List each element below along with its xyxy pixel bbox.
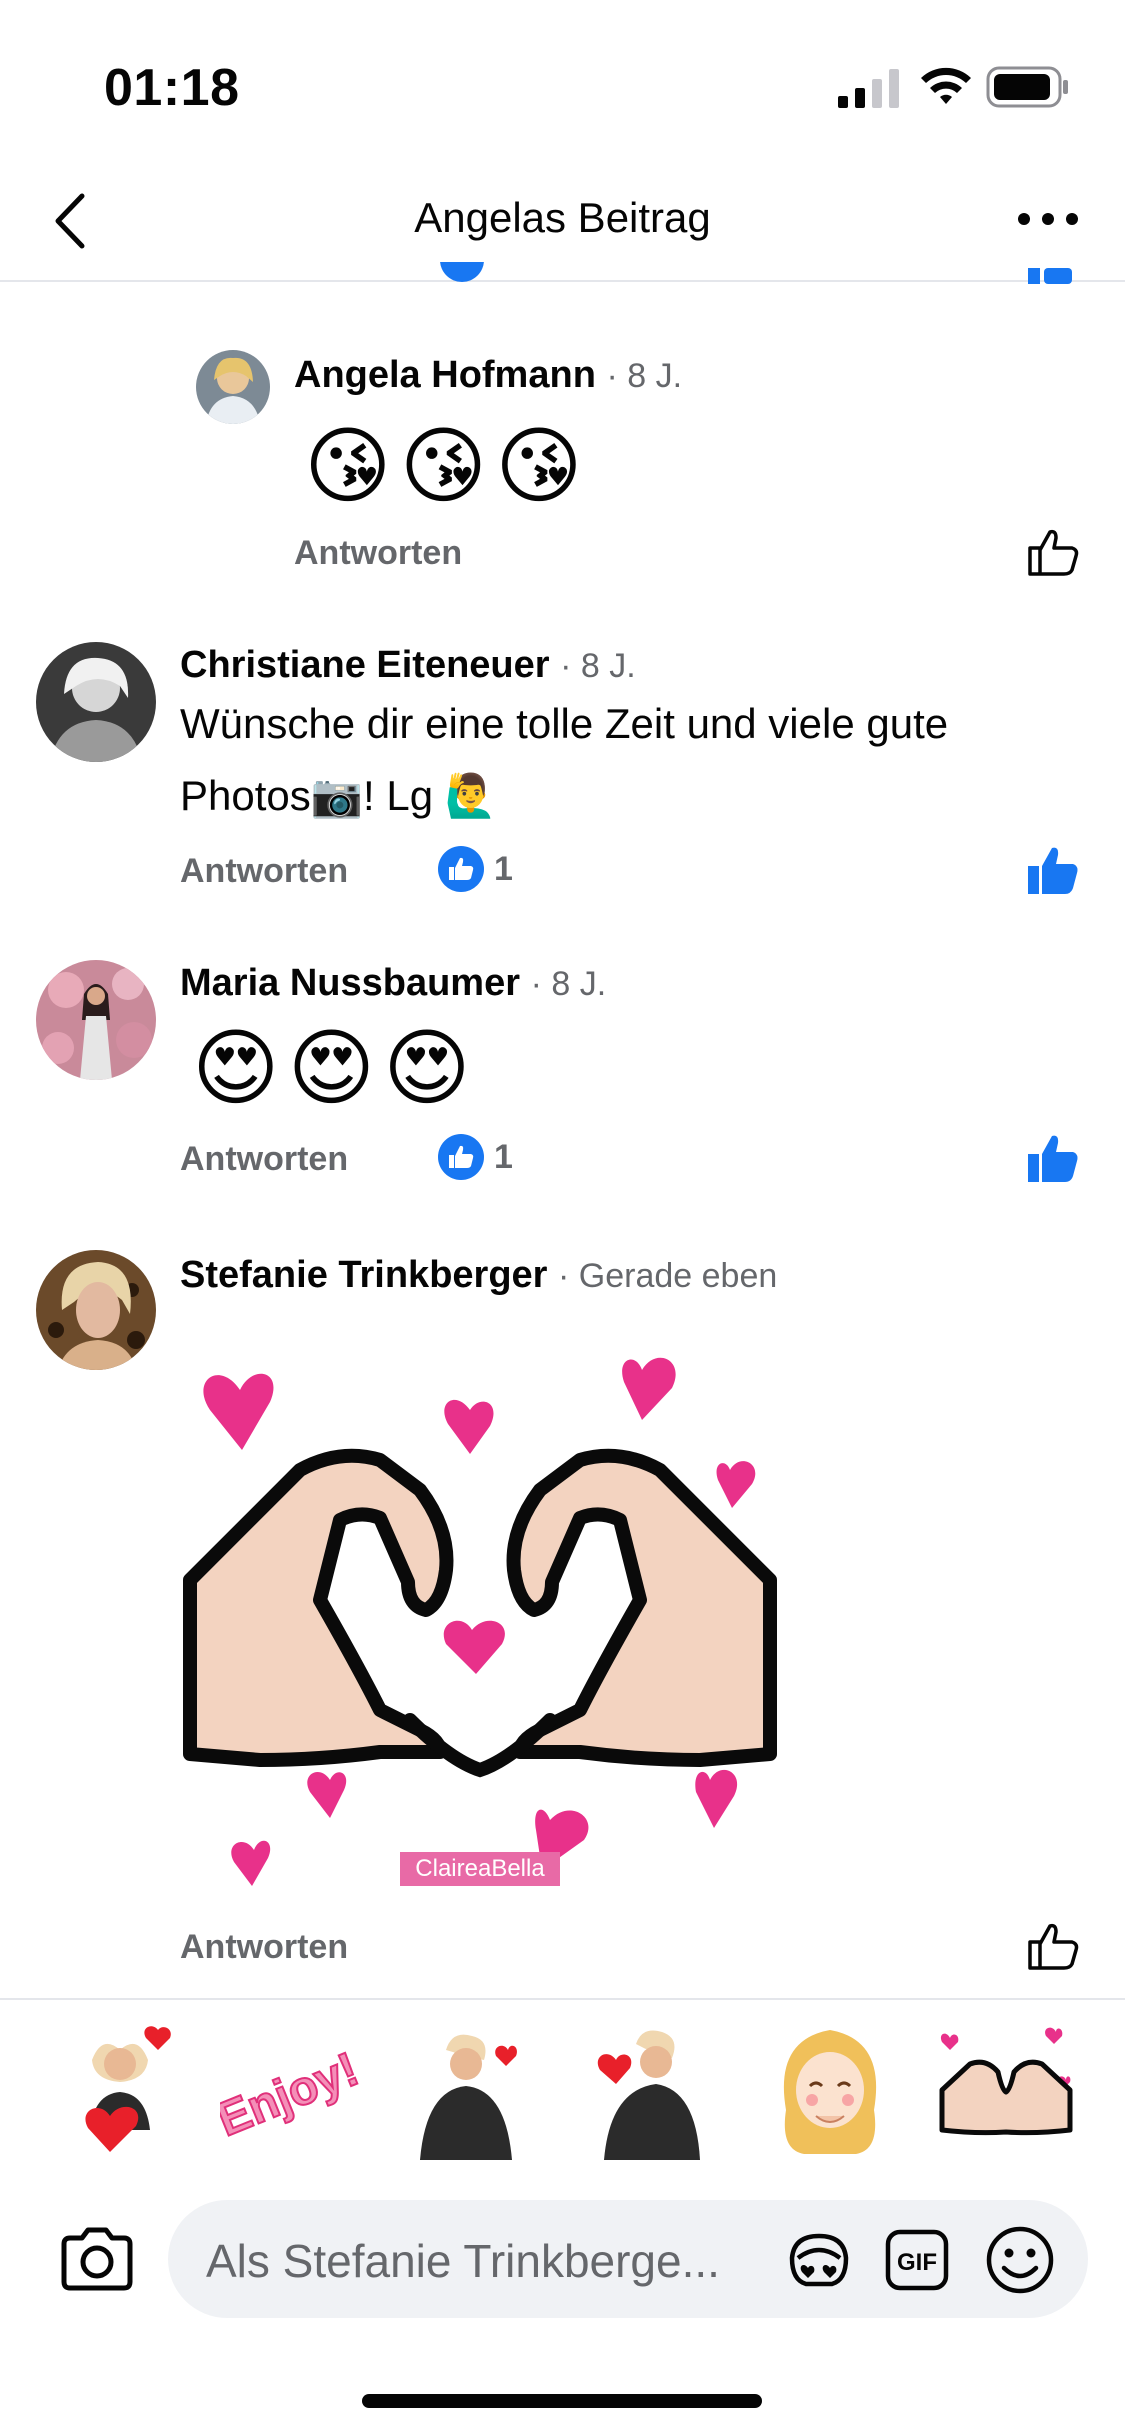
sticker-blonde-girl[interactable] — [760, 2020, 900, 2160]
like-outline-icon[interactable] — [1026, 1920, 1080, 1972]
comment-angela-hofmann: Angela Hofmann · 8 J. 😘 😘 😘 Antworten — [0, 350, 1125, 590]
like-outline-icon[interactable] — [1026, 526, 1080, 578]
reaction-summary[interactable]: 1 — [438, 846, 513, 892]
page-title: Angelas Beitrag — [414, 194, 711, 241]
comment-header: Stefanie Trinkberger · Gerade eben — [180, 1254, 777, 1297]
sticker-avatar-heart-wave[interactable] — [396, 2020, 536, 2160]
battery-icon — [986, 66, 1068, 108]
sticker-enjoy[interactable]: Enjoy! — [220, 2020, 360, 2160]
comment-emoji-row: 😘 😘 😘 — [304, 416, 583, 516]
comment-composer: Als Stefanie Trinkberge... GIF — [0, 2188, 1125, 2328]
status-bar: 01:18 — [0, 0, 1125, 170]
sticker-watermark: ClaireaBella — [415, 1855, 545, 1882]
comment-text-line: Wünsche dir eine tolle Zeit und viele gu… — [180, 700, 949, 747]
avatar[interactable] — [196, 350, 270, 424]
comment-text-line: Photos📷! Lg 🙋‍♂️ — [180, 772, 498, 819]
sticker-avatar-hearts[interactable] — [50, 2020, 190, 2160]
reaction-count: 1 — [494, 1137, 513, 1176]
gif-icon[interactable]: GIF — [884, 2228, 950, 2292]
comment-header: Maria Nussbaumer · 8 J. — [180, 962, 606, 1005]
like-filled-icon[interactable] — [1026, 844, 1080, 896]
comment-author[interactable]: Angela Hofmann — [294, 354, 596, 396]
home-indicator[interactable] — [362, 2394, 762, 2408]
comment-text: Wünsche dir eine tolle Zeit und viele gu… — [180, 688, 948, 832]
status-time: 01:18 — [104, 59, 240, 117]
like-reaction-icon — [438, 1134, 484, 1180]
wifi-icon — [921, 67, 971, 104]
heart-hands-sticker[interactable]: ClaireaBella — [180, 1340, 780, 1910]
reply-button[interactable]: Antworten — [294, 534, 462, 573]
kissing-emoji: 😘 — [399, 419, 488, 513]
svg-text:Enjoy!: Enjoy! — [220, 2043, 360, 2147]
nav-bar: Angelas Beitrag — [0, 170, 1125, 282]
comment-timestamp: · 8 J. — [530, 965, 607, 1003]
heart-eyes-emoji: 😍 — [383, 1021, 471, 1115]
comment-header: Christiane Eiteneuer · 8 J. — [180, 644, 636, 687]
emoji-icon[interactable] — [984, 2224, 1056, 2296]
comment-author[interactable]: Stefanie Trinkberger — [180, 1254, 547, 1296]
sticker-tray: Enjoy! — [0, 1998, 1125, 2178]
reaction-summary[interactable]: 1 — [438, 1134, 513, 1180]
heart-eyes-emoji: 😍 — [192, 1021, 280, 1115]
reaction-count: 1 — [494, 849, 513, 888]
svg-text:GIF: GIF — [897, 2249, 937, 2276]
avatar[interactable] — [36, 1250, 156, 1370]
more-options-icon[interactable] — [1016, 204, 1080, 234]
partial-like-icon — [1028, 268, 1072, 284]
sticker-heart-hands[interactable] — [936, 2020, 1076, 2160]
avatar-sticker-icon[interactable] — [784, 2228, 854, 2290]
comment-author[interactable]: Christiane Eiteneuer — [180, 644, 550, 686]
kissing-emoji: 😘 — [304, 419, 392, 513]
comment-maria-nussbaumer: Maria Nussbaumer · 8 J. 😍 😍 😍 Antworten … — [0, 958, 1125, 1188]
sticker-avatar-heart-hands[interactable] — [576, 2020, 716, 2160]
comment-timestamp: · 8 J. — [606, 357, 683, 395]
comment-input-placeholder[interactable]: Als Stefanie Trinkberge... — [206, 2234, 720, 2288]
comment-author[interactable]: Maria Nussbaumer — [180, 962, 520, 1004]
reply-button[interactable]: Antworten — [180, 852, 348, 891]
comment-timestamp: · 8 J. — [560, 647, 636, 685]
comment-input[interactable]: Als Stefanie Trinkberge... GIF — [168, 2200, 1088, 2318]
signal-icon — [838, 69, 899, 108]
avatar[interactable] — [36, 642, 156, 762]
comment-christiane-eiteneuer: Christiane Eiteneuer · 8 J. Wünsche dir … — [0, 640, 1125, 910]
page: 01:18 Angelas Beitrag Angela Hofmann · 8… — [0, 0, 1125, 2436]
camera-icon[interactable] — [58, 2226, 136, 2292]
comment-header: Angela Hofmann · 8 J. — [294, 354, 682, 397]
partial-reaction-icon — [440, 262, 484, 282]
reply-button[interactable]: Antworten — [180, 1928, 348, 1967]
heart-eyes-emoji: 😍 — [287, 1021, 376, 1115]
comment-emoji-row: 😍 😍 😍 — [192, 1018, 471, 1118]
like-filled-icon[interactable] — [1026, 1132, 1080, 1184]
comment-stefanie-trinkberger: Stefanie Trinkberger · Gerade eben Clair… — [0, 1246, 1125, 1976]
reply-button[interactable]: Antworten — [180, 1140, 348, 1179]
like-reaction-icon — [438, 846, 484, 892]
avatar[interactable] — [36, 960, 156, 1080]
kissing-emoji: 😘 — [495, 419, 583, 513]
comment-timestamp: · Gerade eben — [558, 1257, 778, 1295]
